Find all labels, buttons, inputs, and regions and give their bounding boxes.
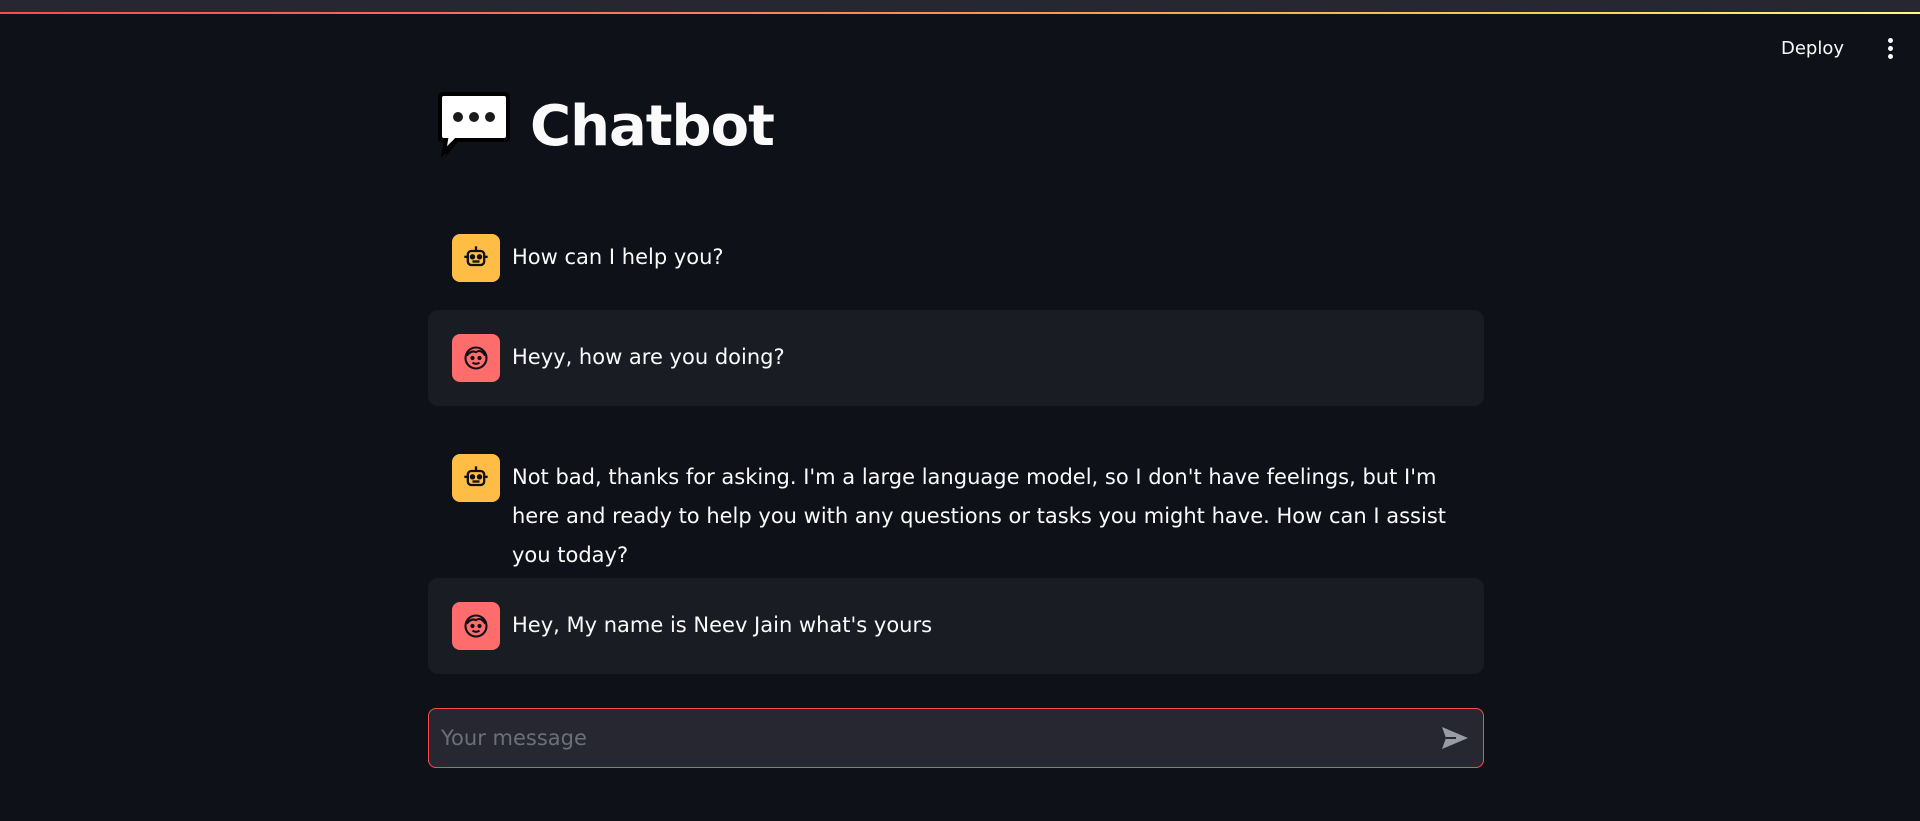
robot-icon [452, 234, 500, 282]
chat-message-assistant: How can I help you? [428, 210, 1484, 306]
robot-icon [452, 454, 500, 502]
message-text: Hey, My name is Neev Jain what's yours [512, 613, 933, 637]
speech-balloon-icon [436, 92, 512, 162]
message-text: Heyy, how are you doing? [512, 345, 785, 369]
message-text: Not bad, thanks for asking. I'm a large … [512, 465, 1446, 567]
vertical-ellipsis-icon[interactable] [1878, 28, 1902, 68]
app-toolbar: Deploy [1771, 28, 1902, 68]
chat-message-input[interactable] [429, 708, 1427, 768]
send-icon[interactable] [1427, 710, 1483, 766]
chat-input-container [428, 708, 1484, 768]
user-face-icon [452, 602, 500, 650]
deploy-button[interactable]: Deploy [1771, 32, 1854, 65]
message-text: How can I help you? [512, 245, 724, 269]
chat-message-user: Hey, My name is Neev Jain what's yours [428, 578, 1484, 674]
page-header: Chatbot [436, 92, 775, 162]
top-decoration-line [0, 12, 1920, 14]
chat-message-user: Heyy, how are you doing? [428, 310, 1484, 406]
page-title: Chatbot [530, 94, 775, 159]
chat-message-assistant: Not bad, thanks for asking. I'm a large … [428, 430, 1484, 599]
user-face-icon [452, 334, 500, 382]
